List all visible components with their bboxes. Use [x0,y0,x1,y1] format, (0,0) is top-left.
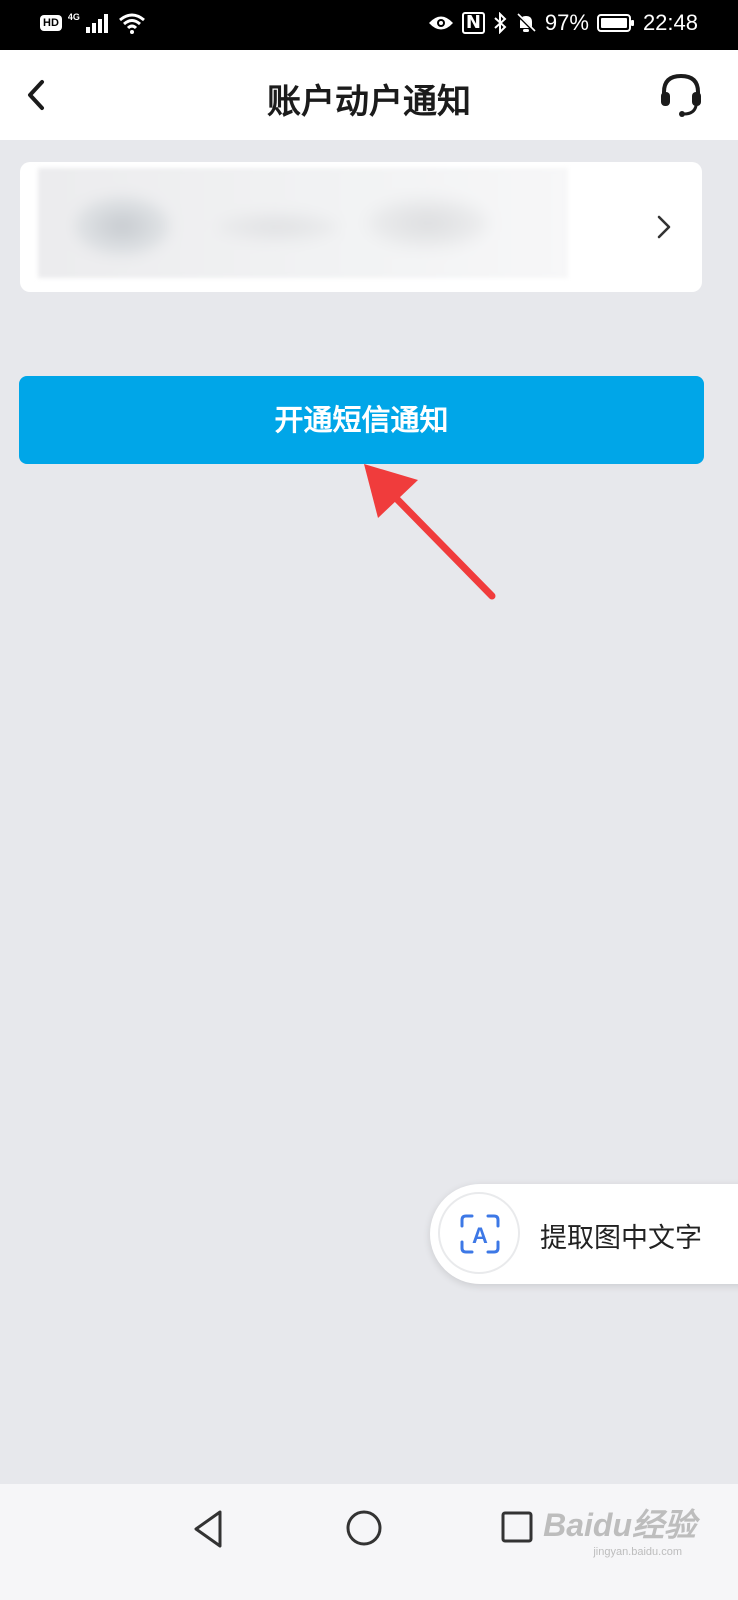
baidu-watermark: Baidu经验 [543,1507,696,1543]
status-right: N 97% 22:48 [428,10,698,36]
battery-percent: 97% [544,10,589,35]
ocr-icon-letter: A [472,1223,488,1248]
system-nav-bar: Baidu经验 jingyan.baidu.com [0,1484,738,1600]
chevron-right-icon [657,215,671,239]
ocr-icon-wrapper: A [438,1192,520,1274]
extract-text-button[interactable]: A 提取图中文字 [430,1184,738,1284]
signal-icon [85,14,108,33]
text-blurred [368,198,488,248]
account-info-blurred [38,168,568,278]
nfc-icon: N [461,12,485,34]
hd-badge: HD [40,15,62,31]
enable-sms-notification-button[interactable]: 开通短信通知 [19,376,704,464]
extract-text-label: 提取图中文字 [540,1223,702,1254]
account-card[interactable] [20,162,702,292]
clock: 22:48 [642,10,698,35]
app-header: 账户动户通知 [0,50,738,140]
text-scan-icon: A [460,1214,500,1254]
status-bar: HD 4G N 97% 22:48 [0,0,738,50]
annotation-arrow-icon [364,464,496,600]
headset-icon[interactable] [658,72,704,118]
text-blurred [218,212,338,242]
baidu-watermark-url: jingyan.baidu.com [593,1546,682,1558]
square-recent-icon[interactable] [500,1510,534,1544]
eye-icon [428,16,453,30]
network-type: 4G [67,12,80,22]
page-title: 账户动户通知 [267,82,471,122]
status-left: HD 4G [40,12,146,34]
bluetooth-icon [494,12,507,34]
triangle-back-icon[interactable] [190,1508,226,1550]
battery-icon [596,14,634,32]
mute-bell-icon [515,12,536,34]
circle-home-icon[interactable] [344,1508,384,1548]
avatar-blurred [74,196,170,256]
wifi-icon [118,13,145,34]
